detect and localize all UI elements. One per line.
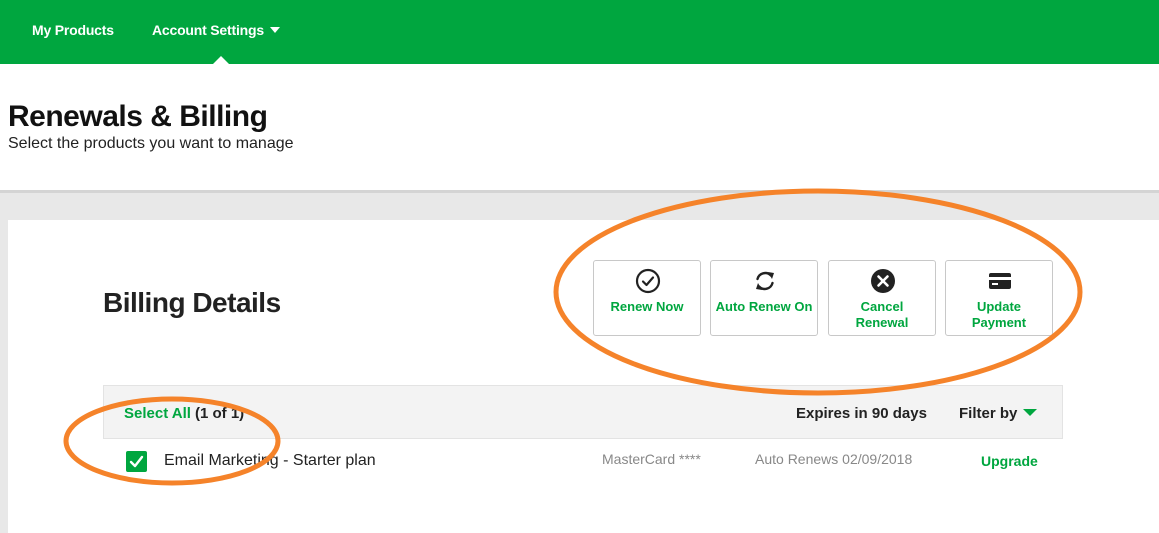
nav-my-products[interactable]: My Products [32,22,114,38]
cancel-renewal-label: Cancel Renewal [855,299,909,330]
refresh-icon [756,271,774,291]
page-title: Renewals & Billing [8,100,268,133]
payment-method: MasterCard **** [602,451,701,467]
auto-renew-label: Auto Renew On [715,299,813,314]
top-navigation: My Products Account Settings [0,0,1159,64]
active-nav-pointer [213,56,229,64]
table-row: Email Marketing - Starter plan MasterCar… [103,440,1063,480]
update-payment-button[interactable]: Update Payment [945,260,1053,336]
renew-now-label: Renew Now [610,299,684,314]
nav-account-settings-label: Account Settings [152,22,264,38]
selected-count: (1 of 1) [194,405,245,422]
select-all-label: Select All [124,405,191,422]
filter-by-dropdown[interactable]: Filter by [959,405,1038,422]
renewal-status: Auto Renews 02/09/2018 [755,451,913,467]
upgrade-link[interactable]: Upgrade [981,453,1038,469]
chevron-down-icon [1023,409,1038,416]
auto-renew-button[interactable]: Auto Renew On [710,260,818,336]
cancel-renewal-button[interactable]: Cancel Renewal [828,260,936,336]
table-header: Select All (1 of 1) Expires in 90 days Fi… [103,385,1063,439]
credit-card-icon [989,273,1011,289]
product-name: Email Marketing - Starter plan [164,452,376,469]
renew-now-button[interactable]: Renew Now [593,260,701,336]
update-payment-label: Update Payment [971,299,1027,330]
filter-by-label: Filter by [959,405,1018,422]
select-all-link[interactable]: Select All (1 of 1) [124,405,244,422]
page-subtitle: Select the products you want to manage [8,135,294,152]
row-checkbox[interactable] [126,451,147,472]
x-circle-icon [871,269,895,293]
checkmark-icon [129,455,144,468]
billing-details-title: Billing Details [103,287,281,318]
check-circle-icon [635,268,661,294]
chevron-down-icon [269,27,280,33]
nav-account-settings[interactable]: Account Settings [152,22,280,38]
expires-filter[interactable]: Expires in 90 days [796,405,927,422]
